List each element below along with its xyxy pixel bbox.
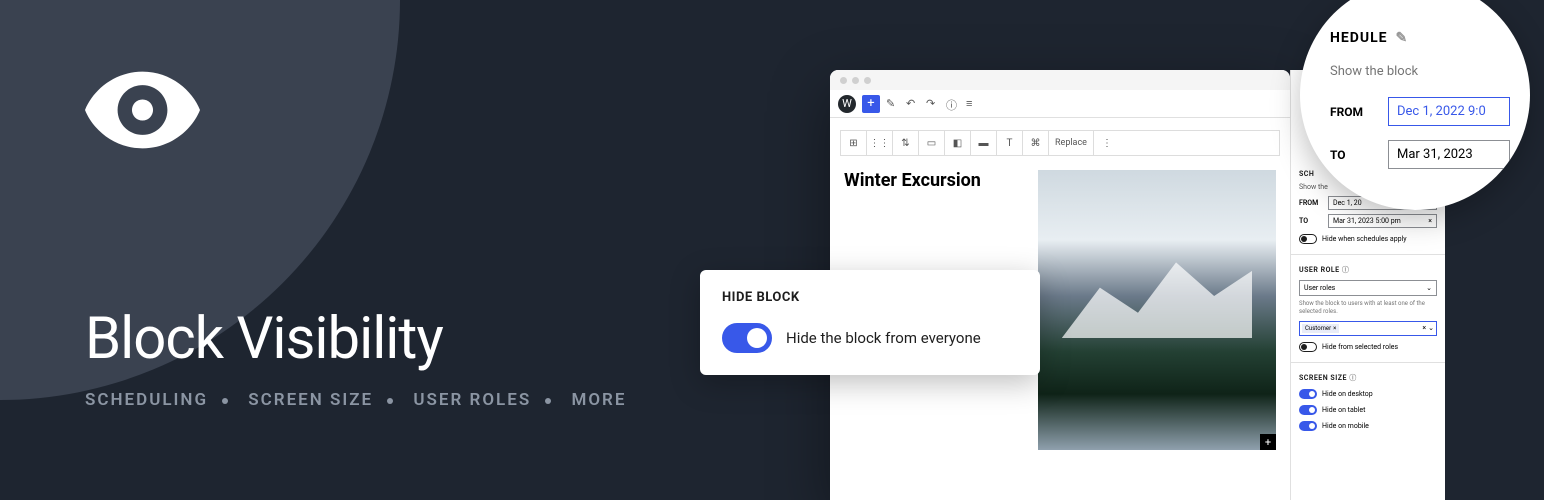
pencil-icon[interactable]: ✎ — [1396, 30, 1409, 46]
window-controls — [830, 70, 1290, 90]
tag-item: SCHEDULING — [85, 390, 208, 410]
close-icon: × — [1333, 325, 1336, 332]
tag-item: MORE — [571, 390, 626, 410]
add-image-icon[interactable]: + — [1260, 434, 1276, 450]
from-label: FROM — [1299, 199, 1323, 207]
hide-roles-toggle[interactable] — [1299, 342, 1317, 352]
list-icon[interactable]: ≡ — [966, 97, 980, 111]
redo-icon[interactable]: ↷ — [926, 97, 940, 111]
selected-roles[interactable]: Customer × × ⌄ — [1299, 321, 1437, 336]
tag-list: SCHEDULING SCREEN SIZE USER ROLES MORE — [85, 390, 626, 410]
eye-icon — [85, 70, 200, 154]
hide-tablet-toggle[interactable] — [1299, 405, 1317, 415]
chevron-down-icon: ⌄ — [1428, 324, 1434, 332]
wordpress-icon[interactable]: W — [838, 95, 856, 113]
screen-size-section-label: SCREEN SIZE ⓘ — [1299, 373, 1437, 383]
undo-icon[interactable]: ↶ — [906, 97, 920, 111]
user-roles-select[interactable]: User roles⌄ — [1299, 280, 1437, 296]
hide-desktop-label: Hide on desktop — [1322, 390, 1373, 398]
page-title: Block Visibility — [85, 305, 443, 373]
hide-block-card: HIDE BLOCK Hide the block from everyone — [700, 270, 1040, 375]
hide-block-label: Hide the block from everyone — [786, 329, 981, 347]
chevron-down-icon: ⌄ — [1426, 284, 1432, 292]
tool-layout-icon[interactable]: ◧ — [945, 131, 971, 155]
tag-item: SCREEN SIZE — [248, 390, 373, 410]
hide-mobile-label: Hide on mobile — [1322, 422, 1369, 430]
tool-width-icon[interactable]: ▬ — [971, 131, 997, 155]
tag-item: USER ROLES — [413, 390, 531, 410]
editor-topbar: W + ✎ ↶ ↷ ⓘ ≡ — [830, 90, 1290, 118]
tool-align-icon[interactable]: ▭ — [919, 131, 945, 155]
to-label: TO — [1299, 217, 1323, 225]
hide-block-toggle[interactable] — [722, 323, 772, 353]
tool-link-icon[interactable]: ⌘ — [1023, 131, 1049, 155]
tool-more-icon[interactable]: ⋮ — [1094, 131, 1120, 155]
schedule-header: HEDULE ✎ — [1330, 30, 1510, 46]
user-role-section-label: USER ROLE ⓘ — [1299, 265, 1437, 275]
hide-mobile-toggle[interactable] — [1299, 421, 1317, 431]
article-heading[interactable]: Winter Excursion — [844, 170, 1024, 191]
hide-tablet-label: Hide on tablet — [1322, 406, 1365, 414]
close-icon: × — [1428, 217, 1432, 225]
hide-schedules-label: Hide when schedules apply — [1322, 235, 1407, 243]
clear-icon: × — [1422, 324, 1426, 332]
hide-desktop-toggle[interactable] — [1299, 389, 1317, 399]
add-block-button[interactable]: + — [862, 95, 880, 113]
edit-icon[interactable]: ✎ — [886, 97, 900, 111]
info-icon[interactable]: ⓘ — [946, 97, 960, 111]
block-toolbar: ⊞ ⋮⋮ ⇅ ▭ ◧ ▬ T ⌘ Replace ⋮ — [840, 130, 1280, 156]
role-chip: Customer × — [1302, 324, 1339, 333]
article-image[interactable]: + — [1038, 170, 1276, 450]
tool-move-icon[interactable]: ⊞ — [841, 131, 867, 155]
to-label-big: TO — [1330, 148, 1374, 162]
replace-button[interactable]: Replace — [1049, 131, 1094, 155]
user-roles-desc: Show the block to users with at least on… — [1299, 300, 1437, 316]
schedule-hint-text: Show the block — [1330, 64, 1510, 79]
hide-schedules-toggle[interactable] — [1299, 234, 1317, 244]
from-label-big: FROM — [1330, 105, 1374, 119]
tool-drag-icon[interactable]: ⋮⋮ — [867, 131, 893, 155]
tool-updown-icon[interactable]: ⇅ — [893, 131, 919, 155]
tool-text-icon[interactable]: T — [997, 131, 1023, 155]
hide-roles-label: Hide from selected roles — [1322, 343, 1398, 351]
hide-block-title: HIDE BLOCK — [722, 290, 1018, 305]
to-input[interactable]: Mar 31, 2023 5:00 pm× — [1328, 214, 1437, 228]
from-date-input[interactable]: Dec 1, 2022 9:0 — [1388, 97, 1510, 126]
to-date-input[interactable]: Mar 31, 2023 — [1388, 140, 1510, 169]
